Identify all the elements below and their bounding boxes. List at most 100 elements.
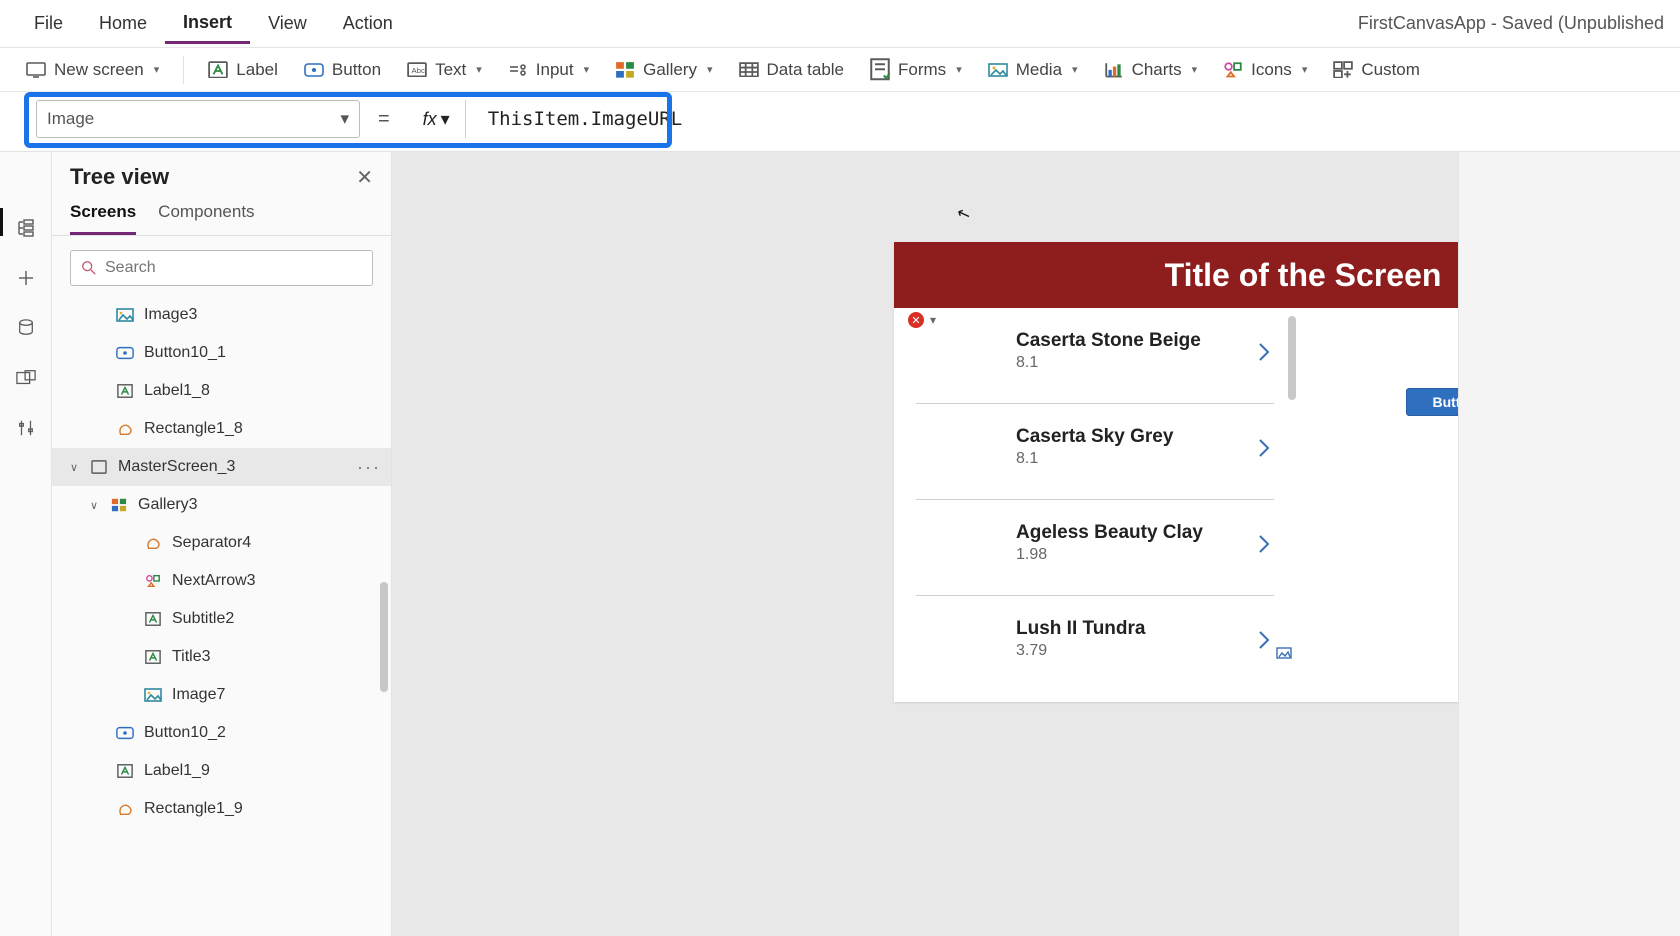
hamburger-icon[interactable] [14,166,38,190]
menu-insert[interactable]: Insert [165,4,250,44]
chevron-down-icon: ▾ [476,63,482,76]
scrollbar-thumb[interactable] [1288,316,1296,400]
chevron-down-icon: ▾ [1302,63,1308,76]
chevron-down-icon: ▾ [340,109,349,129]
settings-rail-icon[interactable] [14,416,38,440]
gallery-icon [615,61,635,79]
tree-node-label: Separator4 [172,534,251,552]
media-label: Media [1016,60,1062,80]
charts-button[interactable]: Charts ▾ [1094,56,1208,84]
selection-handles[interactable]: ✕ ▾ [908,312,936,328]
input-button[interactable]: Input ▾ [498,56,599,84]
gallery-control[interactable]: Caserta Stone Beige8.1Caserta Sky Grey8.… [894,308,1296,702]
label-button[interactable]: Label [198,56,288,84]
chevron-down-icon: ▾ [956,63,962,76]
forms-button[interactable]: Forms ▾ [860,56,972,84]
close-icon[interactable]: ✕ [356,165,373,190]
tree-node[interactable]: Label1_9 [52,752,391,790]
label-icon [144,649,162,665]
custom-button[interactable]: Custom [1323,56,1430,84]
gallery-row[interactable]: Lush II Tundra3.79 [916,596,1274,666]
tree-node-label: MasterScreen_3 [118,458,235,476]
tree-node-label: Image3 [144,306,197,324]
data-icon[interactable] [14,316,38,340]
search-input[interactable] [105,259,362,277]
table-icon [739,61,759,79]
menu-file[interactable]: File [16,5,81,42]
tree-view-icon[interactable] [14,216,38,240]
menu-home[interactable]: Home [81,5,165,42]
media-button[interactable]: Media ▾ [978,56,1088,84]
data-table-button[interactable]: Data table [729,56,855,84]
tree-node[interactable]: ∨ MasterScreen_3 ··· [52,448,391,486]
tab-screens[interactable]: Screens [70,202,136,235]
tree-node[interactable]: Rectangle1_8 [52,410,391,448]
gallery-row[interactable]: Ageless Beauty Clay1.98 [916,500,1274,596]
gallery-row[interactable]: Caserta Stone Beige8.1 [916,308,1274,404]
button-btn-label: Button [332,60,381,80]
charts-label: Charts [1132,60,1182,80]
equals-sign: = [372,108,396,131]
tree-node-label: Rectangle1_9 [144,800,243,818]
tree-node[interactable]: Image3 [52,296,391,334]
menu-view[interactable]: View [250,5,325,42]
tree-node[interactable]: Label1_8 [52,372,391,410]
icons-icon [144,573,162,589]
text-button[interactable]: Abc Text ▾ [397,56,492,84]
icons-label: Icons [1251,60,1292,80]
fx-button[interactable]: fx ▾ [408,100,466,138]
tree-node[interactable]: Button10_2 [52,714,391,752]
tree-node[interactable]: Subtitle2 [52,600,391,638]
tree-node[interactable]: ∨Gallery3 [52,486,391,524]
gallery-row[interactable]: Caserta Sky Grey8.1 [916,404,1274,500]
new-screen-label: New screen [54,60,144,80]
chevron-down-icon: ▾ [1192,63,1198,76]
add-icon[interactable] [14,266,38,290]
tree-node[interactable]: NextArrow3 [52,562,391,600]
chevron-down-icon[interactable]: ▾ [930,313,936,327]
next-arrow-icon[interactable] [1258,534,1270,559]
button-button[interactable]: Button [294,56,391,84]
next-arrow-icon[interactable] [1258,438,1270,463]
media-rail-icon[interactable] [14,366,38,390]
separator [183,56,184,84]
canvas-button[interactable]: Button [1406,388,1458,416]
tree-node[interactable]: Button10_1 [52,334,391,372]
expand-chevron-icon[interactable]: ∨ [68,461,80,474]
menu-action[interactable]: Action [325,5,411,42]
scrollbar-thumb[interactable] [380,582,388,692]
tree-node[interactable]: Title3 [52,638,391,676]
custom-icon [1333,61,1353,79]
tree-node-label: Label1_9 [144,762,210,780]
text-btn-label: Text [435,60,466,80]
tree-node-label: Title3 [172,648,211,666]
icons-button[interactable]: Icons ▾ [1213,56,1317,84]
fx-label: fx [423,109,437,130]
chevron-down-icon: ▾ [707,63,713,76]
expand-chevron-icon[interactable]: ∨ [88,499,100,512]
formula-input[interactable]: ThisItem.ImageURL [478,100,682,138]
gallery-button[interactable]: Gallery ▾ [605,56,722,84]
property-selector[interactable]: Image ▾ [36,100,360,138]
tree-node-label: Image7 [172,686,225,704]
forms-label: Forms [898,60,946,80]
tree-node[interactable]: Image7 [52,676,391,714]
tab-components[interactable]: Components [158,202,254,235]
tree-node-label: Button10_2 [144,724,226,742]
button-icon [116,725,134,741]
tree-search[interactable] [70,250,373,286]
input-icon [508,61,528,79]
canvas[interactable]: ↖ Title of the Screen ✕ ▾ Caserta Stone … [392,152,1458,936]
more-icon[interactable]: ··· [357,457,381,478]
next-arrow-icon[interactable] [1258,342,1270,367]
button-icon [116,345,134,361]
tree-node-label: Label1_8 [144,382,210,400]
error-icon[interactable]: ✕ [908,312,924,328]
new-screen-button[interactable]: New screen ▾ [16,56,169,84]
tree-node[interactable]: Separator4 [52,524,391,562]
tree-node[interactable]: Rectangle1_9 [52,790,391,828]
next-arrow-icon[interactable] [1258,630,1270,655]
label-icon [144,611,162,627]
screen-title-bar[interactable]: Title of the Screen [894,242,1458,308]
device-preview: Title of the Screen ✕ ▾ Caserta Stone Be… [894,242,1458,702]
